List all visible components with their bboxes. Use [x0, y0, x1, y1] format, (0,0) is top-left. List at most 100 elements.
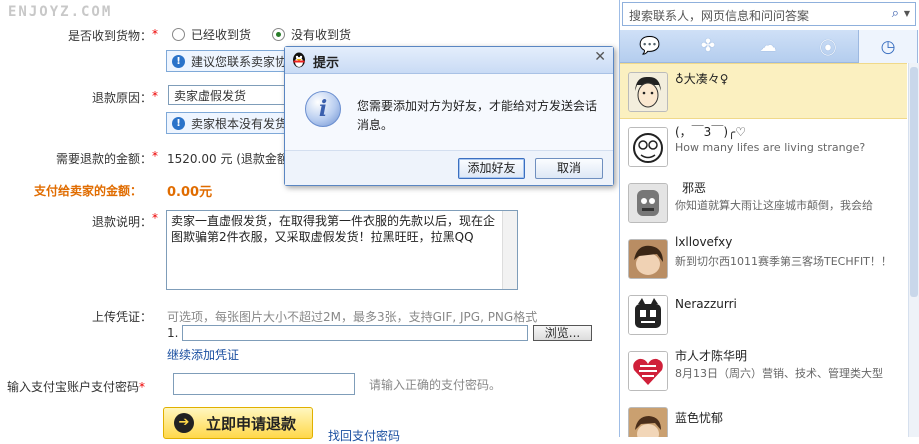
- password-label: 输入支付宝账户支付密码*: [0, 378, 145, 395]
- required-mark: *: [152, 27, 158, 41]
- avatar: [628, 351, 668, 391]
- scrollbar-thumb[interactable]: [910, 67, 918, 297]
- radio-received[interactable]: 已经收到货: [172, 26, 251, 43]
- contact-item[interactable]: 蓝色忧郁: [620, 399, 907, 437]
- add-friend-dialog: 提示 ✕ i 您需要添加对方为好友，才能给对方发送会话消息。 添加好友 取消: [284, 46, 614, 186]
- password-hint: 请输入正确的支付密码。: [369, 378, 502, 392]
- chat-icon: 💬: [639, 36, 661, 56]
- contact-name: lxllovefxy: [675, 235, 733, 249]
- search-icon[interactable]: ⌕: [892, 6, 899, 21]
- reason-label: 退款原因：: [91, 91, 152, 105]
- amount-value: 1520.00 元 (退款金额: [167, 152, 289, 166]
- contact-list-scrollbar[interactable]: [908, 63, 919, 437]
- radio-not-received-label: 没有收到货: [291, 28, 352, 42]
- radio-dot[interactable]: [172, 28, 185, 41]
- avatar: [628, 295, 668, 335]
- qzone-icon: ⦿: [819, 38, 837, 59]
- contact-item[interactable]: Nerazzurri: [620, 287, 907, 343]
- tab-recent[interactable]: ◷: [858, 30, 918, 63]
- contact-name: 市人才陈华明: [675, 349, 748, 363]
- dialog-message: 您需要添加对方为好友，才能给对方发送会话消息。: [357, 99, 598, 132]
- received-tip: ! 建议您联系卖家协: [166, 50, 298, 72]
- reason-tip-text: 卖家根本没有发货: [191, 116, 288, 131]
- info-icon: !: [172, 116, 185, 130]
- browse-button[interactable]: 浏览...: [533, 325, 592, 341]
- contact-list: ♁大凑々♀ (，￣3￣)╭♡ How many lifes are living…: [620, 63, 907, 437]
- refund-description-text: 卖家一直虚假发货，在取得我第一件衣服的先款以后，现在企图欺骗第2件衣服，又采取虚…: [171, 214, 496, 244]
- avatar-image: [629, 184, 667, 222]
- upload-label: 上传凭证：: [91, 310, 152, 324]
- tab-chat[interactable]: 💬: [620, 30, 680, 62]
- refund-description-textarea[interactable]: 卖家一直虚假发货，在取得我第一件衣服的先款以后，现在企图欺骗第2件衣服，又采取虚…: [166, 210, 518, 290]
- contact-name: ♁大凑々♀: [675, 72, 729, 86]
- reason-select[interactable]: 卖家虚假发货: [168, 85, 290, 105]
- cancel-button[interactable]: 取消: [535, 158, 603, 179]
- pay-seller-label: 支付给卖家的金额：: [33, 184, 142, 198]
- required-mark: *: [152, 89, 158, 103]
- file-path-input[interactable]: [182, 325, 528, 341]
- tab-group[interactable]: ☁: [738, 30, 798, 62]
- qq-penguin-icon: [293, 52, 305, 68]
- avatar-image: [629, 352, 667, 390]
- avatar: [628, 239, 668, 279]
- upload-index: 1.: [167, 326, 179, 340]
- submit-refund-button[interactable]: ➔ 立即申请退款: [163, 407, 313, 439]
- info-icon: !: [172, 54, 185, 68]
- textarea-scrollbar[interactable]: [502, 211, 517, 289]
- avatar-image: [629, 240, 667, 278]
- contact-item[interactable]: lxllovefxy 新到切尔西1011赛季第三客场TECHFIT！！: [620, 231, 907, 287]
- search-placeholder: 搜索联系人，网页信息和问问答案: [629, 9, 810, 23]
- contact-name: 蓝色忧郁: [675, 411, 724, 425]
- contact-signature: 新到切尔西1011赛季第三客场TECHFIT！！: [675, 255, 892, 268]
- amount-label: 需要退款的金额：: [55, 152, 152, 166]
- forgot-password-link[interactable]: 找回支付密码: [328, 427, 400, 444]
- contact-signature: 8月13日（周六）营销、技术、管理类大型: [675, 367, 883, 380]
- reason-tip: ! 卖家根本没有发货: [166, 112, 298, 134]
- radio-not-received[interactable]: 没有收到货: [272, 26, 351, 43]
- dialog-footer: 添加好友 取消: [285, 150, 613, 185]
- pay-seller-value: 0.00元: [167, 185, 213, 200]
- contact-item[interactable]: (，￣3￣)╭♡ How many lifes are living stran…: [620, 119, 907, 175]
- group-icon: ☁: [759, 36, 777, 56]
- avatar-image: [629, 408, 667, 437]
- dialog-title: 提示: [313, 56, 340, 71]
- reason-select-value: 卖家虚假发货: [174, 88, 247, 103]
- add-more-evidence-link[interactable]: 继续添加凭证: [167, 346, 239, 363]
- contact-item[interactable]: 市人才陈华明 8月13日（周六）营销、技术、管理类大型: [620, 343, 907, 399]
- avatar-image: [629, 73, 667, 111]
- dialog-close-icon[interactable]: ✕: [594, 49, 606, 65]
- payment-password-input[interactable]: [173, 373, 355, 395]
- upload-hint: 可选项，每张图片大小不超过2M，最多3张，支持GIF, JPG, PNG格式: [167, 310, 538, 324]
- avatar: [628, 407, 668, 437]
- radio-dot-checked[interactable]: [272, 28, 285, 41]
- contact-signature: How many lifes are living strange?: [675, 141, 866, 154]
- contact-name: (，￣3￣)╭♡: [675, 125, 746, 139]
- qq-contact-panel: 搜索联系人，网页信息和问问答案 ⌕ ▼ 💬 ✤ ☁ ⦿ ◷ ♁大凑々♀ (，￣3…: [619, 0, 919, 437]
- add-friend-button[interactable]: 添加好友: [458, 158, 525, 179]
- avatar-image: [629, 128, 667, 166]
- avatar: [628, 72, 668, 112]
- arrow-right-icon: ➔: [174, 413, 194, 433]
- panel-tabs: 💬 ✤ ☁ ⦿ ◷: [620, 30, 918, 63]
- contact-signature: 你知道就算大雨让这座城市颠倒，我会给: [675, 199, 873, 212]
- radio-received-label: 已经收到货: [191, 28, 252, 42]
- avatar: [628, 127, 668, 167]
- submit-refund-label: 立即申请退款: [206, 414, 297, 433]
- avatar-image: [629, 296, 667, 334]
- desc-label: 退款说明：: [91, 215, 152, 229]
- contact-search-input[interactable]: 搜索联系人，网页信息和问问答案 ⌕ ▼: [622, 2, 916, 26]
- required-mark: *: [152, 211, 158, 225]
- dialog-titlebar[interactable]: 提示: [285, 47, 613, 74]
- contact-item[interactable]: ♁大凑々♀: [620, 63, 907, 119]
- contact-name: 邪恶: [682, 181, 707, 195]
- recent-icon: ◷: [880, 36, 896, 57]
- info-icon: i: [305, 91, 341, 127]
- chevron-down-icon[interactable]: ▼: [904, 9, 910, 18]
- tab-qzone[interactable]: ⦿: [798, 30, 858, 62]
- contact-item[interactable]: 邪恶 你知道就算大雨让这座城市颠倒，我会给: [620, 175, 907, 231]
- avatar: [628, 183, 668, 223]
- watermark: ENJOYZ.COM: [8, 4, 113, 20]
- tab-clover[interactable]: ✤: [678, 30, 738, 62]
- password-label-text: 输入支付宝账户支付密码: [6, 380, 139, 394]
- contact-name: Nerazzurri: [675, 297, 737, 311]
